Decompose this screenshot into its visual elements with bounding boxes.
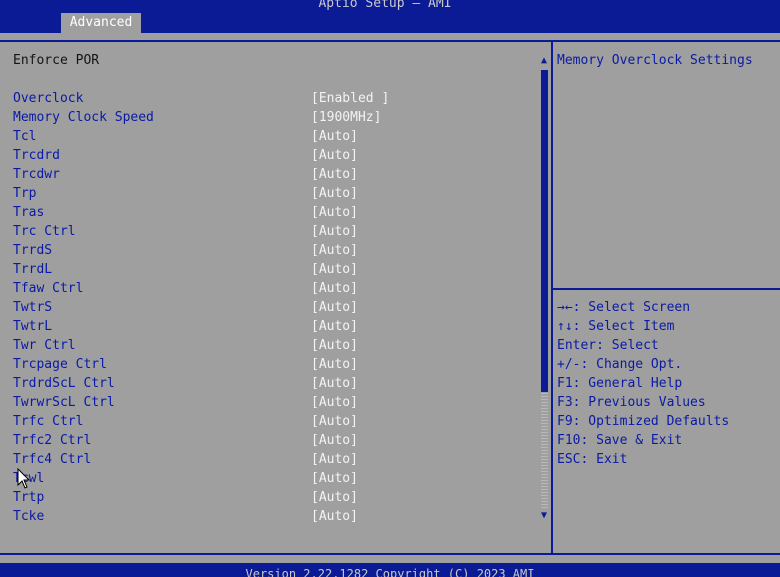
setting-value-trc-ctrl[interactable]: [Auto]: [311, 222, 358, 241]
setting-label-trdrdscl-ctrl[interactable]: TrdrdScL Ctrl: [13, 374, 115, 393]
setting-label-tcke[interactable]: Tcke: [13, 507, 44, 526]
help-divider: [553, 288, 780, 290]
setting-value-trcdwr[interactable]: [Auto]: [311, 165, 358, 184]
setting-value-tcwl[interactable]: [Auto]: [311, 469, 358, 488]
setting-value-tcl[interactable]: [Auto]: [311, 127, 358, 146]
key-help-general-help: F1: General Help: [557, 376, 683, 391]
key-help-optimized-defaults: F9: Optimized Defaults: [557, 414, 730, 429]
mouse-cursor-icon: [17, 468, 31, 489]
scroll-up-icon[interactable]: ▲: [538, 56, 550, 66]
setting-label-trfc4-ctrl[interactable]: Trfc4 Ctrl: [13, 450, 91, 469]
setting-value-twr-ctrl[interactable]: [Auto]: [311, 336, 358, 355]
setting-label-overclock[interactable]: Overclock: [13, 89, 83, 108]
setting-label-twr-ctrl[interactable]: Twr Ctrl: [13, 336, 76, 355]
setting-label-trrdl[interactable]: TrrdL: [13, 260, 52, 279]
setting-label-trfc-ctrl[interactable]: Trfc Ctrl: [13, 412, 83, 431]
key-help-change-opt: +/-: Change Opt.: [557, 357, 683, 372]
setting-label-trtp[interactable]: Trtp: [13, 488, 44, 507]
top-bar: Aptio Setup – AMI Advanced: [0, 0, 780, 33]
setting-value-trdrdscl-ctrl[interactable]: [Auto]: [311, 374, 358, 393]
key-help-save-exit: F10: Save & Exit: [557, 433, 683, 448]
scroll-down-icon[interactable]: ▼: [538, 511, 550, 521]
setting-label-trfc2-ctrl[interactable]: Trfc2 Ctrl: [13, 431, 91, 450]
setting-label-tcl[interactable]: Tcl: [13, 127, 36, 146]
setting-label-tras[interactable]: Tras: [13, 203, 44, 222]
setting-label-memory-clock-speed[interactable]: Memory Clock Speed: [13, 108, 154, 127]
app-title: Aptio Setup – AMI: [318, 0, 452, 11]
setting-label-trcdwr[interactable]: Trcdwr: [13, 165, 60, 184]
setting-label-twtrs[interactable]: TwtrS: [13, 298, 52, 317]
setting-value-memory-clock-speed[interactable]: [1900MHz]: [311, 108, 381, 127]
setting-label-trc-ctrl[interactable]: Trc Ctrl: [13, 222, 76, 241]
setting-value-trp[interactable]: [Auto]: [311, 184, 358, 203]
setting-label-trcpage-ctrl[interactable]: Trcpage Ctrl: [13, 355, 107, 374]
setting-value-tcke[interactable]: [Auto]: [311, 507, 358, 526]
panel-divider: [551, 40, 553, 555]
footer-bar: Version 2.22.1282 Copyright (C) 2023 AMI: [0, 563, 780, 577]
scrollbar-thumb[interactable]: [541, 70, 548, 392]
key-help-enter: Enter: Select: [557, 338, 659, 353]
setting-value-tras[interactable]: [Auto]: [311, 203, 358, 222]
setting-label-trp[interactable]: Trp: [13, 184, 36, 203]
setting-label-tfaw-ctrl[interactable]: Tfaw Ctrl: [13, 279, 83, 298]
key-help-previous-values: F3: Previous Values: [557, 395, 706, 410]
footer-version: Version 2.22.1282 Copyright (C) 2023 AMI: [245, 567, 535, 577]
key-help-select-item: ↑↓: Select Item: [557, 319, 675, 334]
setting-value-trrds[interactable]: [Auto]: [311, 241, 358, 260]
setting-value-trfc4-ctrl[interactable]: [Auto]: [311, 450, 358, 469]
setting-label-twrwrscl-ctrl[interactable]: TwrwrScL Ctrl: [13, 393, 115, 412]
setting-value-trtp[interactable]: [Auto]: [311, 488, 358, 507]
setting-value-trcdrd[interactable]: [Auto]: [311, 146, 358, 165]
setting-value-overclock[interactable]: [Enabled ]: [311, 89, 389, 108]
key-help-select-screen: →←: Select Screen: [557, 300, 691, 315]
setting-value-trfc-ctrl[interactable]: [Auto]: [311, 412, 358, 431]
setting-value-twrwrscl-ctrl[interactable]: [Auto]: [311, 393, 358, 412]
help-description: Memory Overclock Settings: [557, 53, 753, 68]
setting-label-twtrl[interactable]: TwtrL: [13, 317, 52, 336]
section-title: Enforce POR: [13, 53, 100, 68]
setting-value-trcpage-ctrl[interactable]: [Auto]: [311, 355, 358, 374]
setting-value-trfc2-ctrl[interactable]: [Auto]: [311, 431, 358, 450]
key-help-exit: ESC: Exit: [557, 452, 628, 467]
setting-value-twtrl[interactable]: [Auto]: [311, 317, 358, 336]
setting-value-twtrs[interactable]: [Auto]: [311, 298, 358, 317]
setting-value-trrdl[interactable]: [Auto]: [311, 260, 358, 279]
setting-label-trrds[interactable]: TrrdS: [13, 241, 52, 260]
tab-advanced[interactable]: Advanced: [61, 13, 141, 33]
setting-value-tfaw-ctrl[interactable]: [Auto]: [311, 279, 358, 298]
setting-label-trcdrd[interactable]: Trcdrd: [13, 146, 60, 165]
